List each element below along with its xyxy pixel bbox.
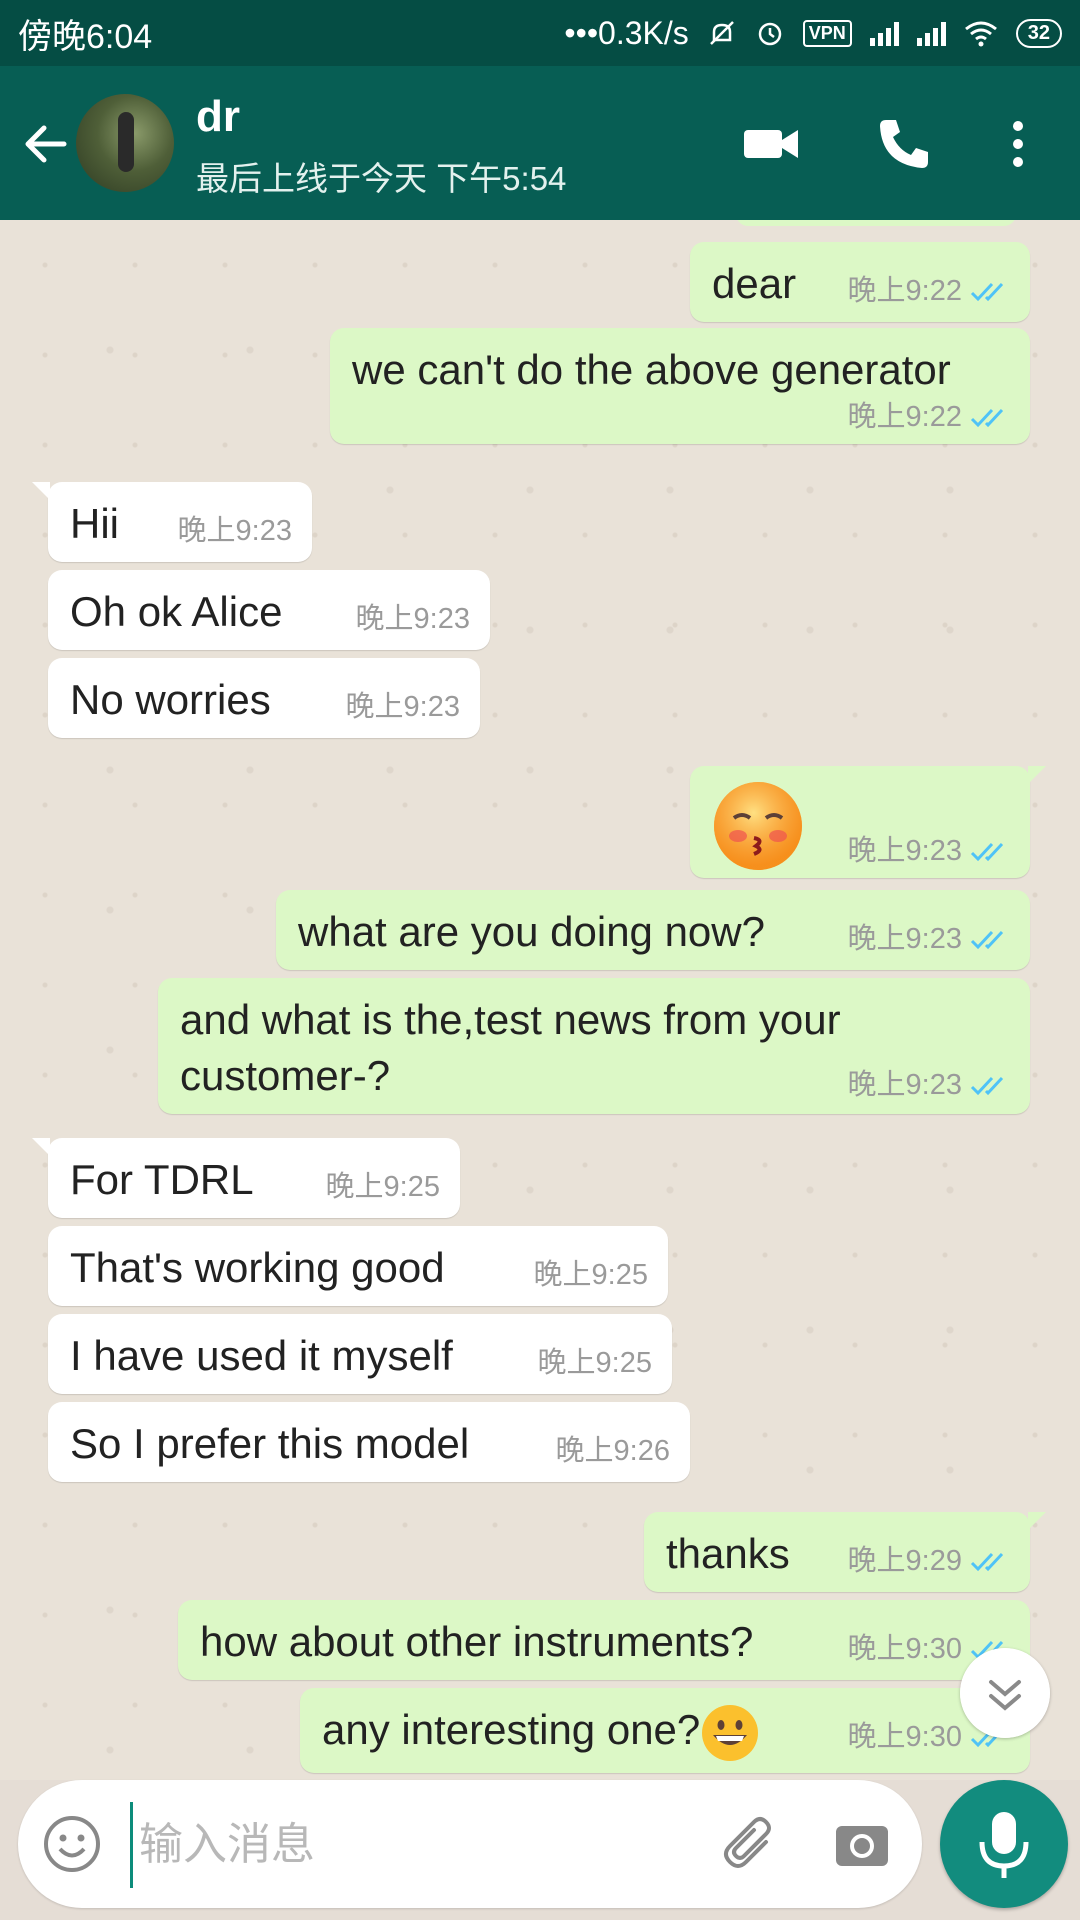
message-bubble-in[interactable]: Hii 晚上9:23 (32, 482, 312, 562)
message-input[interactable] (130, 1802, 701, 1888)
message-text: any interesting one? (322, 1706, 701, 1753)
message-bubble-out[interactable]: we can't do the above generator 晚上9:22 (330, 328, 1030, 444)
double-tick-icon (970, 843, 1004, 862)
message-bubble-out[interactable]: 晚上9:23 (690, 766, 1046, 878)
message-text: we can't do the above generator (352, 346, 951, 393)
composer-bar (0, 1780, 1080, 1920)
emoji-icon[interactable] (40, 1812, 104, 1876)
message-text: That's working good (70, 1244, 445, 1291)
message-bubble-out[interactable]: and what is the,test news from your cust… (158, 978, 1030, 1114)
message-text: what are you doing now? (298, 908, 765, 955)
double-tick-icon (970, 409, 1004, 428)
message-text: So I prefer this model (70, 1420, 470, 1467)
last-seen: 最后上线于今天 下午5:54 (196, 160, 567, 197)
double-tick-icon (970, 931, 1004, 950)
message-time: 晚上9:30 (847, 1721, 962, 1753)
chat-header: dr 最后上线于今天 下午5:54 (0, 66, 1080, 220)
message-bubble-in[interactable]: I have used it myself 晚上9:25 (48, 1314, 672, 1394)
message-text: Oh ok Alice (70, 588, 283, 635)
message-bubble-out[interactable]: how about other instruments? 晚上9:30 (178, 1600, 1030, 1680)
message-time: 晚上9:23 (345, 691, 460, 723)
video-call-icon[interactable] (740, 112, 804, 176)
mic-button[interactable] (940, 1780, 1068, 1908)
status-time: 傍晚6:04 (18, 17, 153, 56)
partial-message (736, 220, 1016, 226)
back-arrow-icon[interactable] (18, 116, 74, 172)
double-tick-icon (970, 1077, 1004, 1096)
battery-indicator: 32 (1015, 18, 1062, 48)
status-icons: •••0.3K/s VPN 32 (564, 15, 1062, 52)
message-bubble-in[interactable]: So I prefer this model 晚上9:26 (48, 1402, 690, 1482)
double-tick-icon (970, 283, 1004, 302)
message-bubble-in[interactable]: That's working good 晚上9:25 (48, 1226, 668, 1306)
message-bubble-out[interactable]: any interesting one? 晚上9:30 (300, 1688, 1030, 1773)
camera-icon[interactable] (830, 1812, 894, 1876)
message-time: 晚上9:22 (847, 275, 962, 307)
message-time: 晚上9:30 (847, 1633, 962, 1665)
message-bubble-out[interactable]: thanks 晚上9:29 (644, 1512, 1046, 1592)
signal-icon (869, 20, 899, 46)
status-bar: 傍晚6:04 •••0.3K/s VPN 32 (0, 0, 1080, 66)
vpn-badge: VPN (802, 19, 852, 47)
message-time: 晚上9:25 (325, 1171, 440, 1203)
mute-icon (709, 21, 734, 45)
kissing-face-emoji-icon (714, 782, 802, 870)
message-bubble-in[interactable]: For TDRL 晚上9:25 (32, 1138, 460, 1218)
network-speed: •••0.3K/s (564, 14, 689, 51)
double-tick-icon (970, 1553, 1004, 1572)
scroll-down-icon[interactable] (960, 1648, 1050, 1738)
message-time: 晚上9:23 (847, 1069, 962, 1101)
message-time: 晚上9:26 (555, 1435, 670, 1467)
grinning-face-emoji-icon (702, 1704, 759, 1761)
message-text: and what is the,test news from your cust… (180, 996, 841, 1099)
chat-area[interactable]: dear 晚上9:22 we can't do the above genera… (0, 220, 1080, 1780)
message-text: No worries (70, 676, 271, 723)
message-time: 晚上9:25 (533, 1259, 648, 1291)
phone-icon[interactable] (872, 112, 936, 176)
mic-icon (979, 1812, 1029, 1878)
wifi-icon (964, 21, 997, 47)
message-text: thanks (666, 1530, 790, 1577)
alarm-icon (758, 22, 781, 46)
message-bubble-in[interactable]: Oh ok Alice 晚上9:23 (48, 570, 490, 650)
message-bubble-out[interactable]: what are you doing now? 晚上9:23 (276, 890, 1030, 970)
message-text: For TDRL (70, 1156, 254, 1203)
message-text: how about other instruments? (200, 1618, 754, 1665)
message-time: 晚上9:23 (847, 835, 962, 867)
contact-name[interactable]: dr (196, 92, 240, 142)
message-time: 晚上9:22 (847, 401, 962, 433)
message-bubble-out[interactable]: dear 晚上9:22 (690, 242, 1030, 322)
message-time: 晚上9:23 (847, 923, 962, 955)
attach-icon[interactable] (718, 1812, 782, 1876)
message-time: 晚上9:23 (355, 603, 470, 635)
message-text: dear (712, 260, 797, 307)
more-options-icon[interactable] (986, 112, 1050, 176)
message-text: Hii (70, 500, 119, 547)
message-time: 晚上9:25 (537, 1347, 652, 1379)
message-time: 晚上9:23 (177, 515, 292, 547)
message-text: I have used it myself (70, 1332, 453, 1379)
composer-box (18, 1780, 922, 1908)
message-bubble-in[interactable]: No worries 晚上9:23 (48, 658, 480, 738)
signal-2-icon (916, 20, 946, 46)
contact-avatar[interactable] (76, 94, 174, 192)
message-time: 晚上9:29 (847, 1545, 962, 1577)
